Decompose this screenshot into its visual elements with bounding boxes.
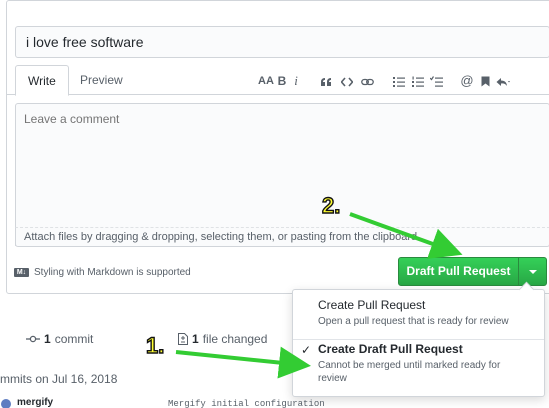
format-toolbar: AA B i @ — [257, 71, 513, 91]
comment-textarea[interactable] — [24, 112, 541, 222]
commit-author[interactable]: mergify — [17, 397, 53, 408]
bulleted-list-icon[interactable] — [389, 72, 409, 90]
avatar[interactable] — [1, 399, 11, 408]
markdown-note[interactable]: M↓ Styling with Markdown is supported — [14, 267, 191, 278]
menu-item-description: Cannot be merged until marked ready for … — [318, 360, 501, 384]
code-icon[interactable] — [337, 72, 357, 90]
files-changed-count[interactable]: 1 file changed — [178, 332, 267, 346]
header-text-icon[interactable]: AA — [257, 72, 275, 90]
menu-item-create-pull-request[interactable]: Create Pull Request Open a pull request … — [293, 298, 544, 340]
markdown-note-text[interactable]: Styling with Markdown is supported — [34, 267, 191, 278]
annotation-step-2: 2. — [321, 192, 341, 218]
files-number: 1 — [192, 332, 199, 346]
mention-icon[interactable]: @ — [457, 72, 477, 90]
task-list-icon[interactable] — [427, 72, 445, 90]
italic-icon[interactable]: i — [289, 72, 303, 90]
commits-number: 1 — [44, 332, 51, 346]
annotation-arrow-step1 — [175, 346, 311, 379]
comment-box[interactable] — [15, 103, 549, 246]
annotation-step-1: 1. — [145, 332, 165, 358]
file-diff-icon — [178, 333, 188, 345]
numbered-list-icon[interactable] — [409, 72, 427, 90]
commits-count[interactable]: 1 commit — [26, 332, 93, 346]
submit-options-menu: Create Pull Request Open a pull request … — [292, 289, 545, 397]
checkmark-icon: ✓ — [301, 343, 312, 357]
bold-icon[interactable]: B — [275, 72, 289, 90]
reply-icon[interactable] — [493, 72, 513, 90]
tab-write[interactable]: Write — [15, 65, 69, 96]
commits-date-heading: mmits on Jul 16, 2018 — [0, 372, 118, 386]
bookmark-icon[interactable] — [477, 72, 493, 90]
pull-request-form: Write Preview AA B i @ — [6, 0, 549, 294]
attach-files-bar[interactable]: Attach files by dragging & dropping, sel… — [15, 227, 549, 247]
menu-item-title: Create Draft Pull Request — [318, 342, 463, 356]
submit-options-dropdown-button[interactable] — [518, 257, 547, 286]
commit-icon — [26, 335, 40, 343]
markdown-icon: M↓ — [14, 268, 29, 277]
draft-pull-request-button[interactable]: Draft Pull Request — [398, 257, 519, 286]
commit-row: mergify Mergify initial configuration — [0, 396, 549, 408]
quote-icon[interactable] — [315, 72, 337, 90]
commits-label: commit — [54, 332, 94, 346]
menu-item-create-draft-pull-request[interactable]: ✓ Create Draft Pull Request Cannot be me… — [293, 342, 544, 385]
link-icon[interactable] — [357, 72, 377, 90]
menu-item-title: Create Pull Request — [318, 298, 426, 312]
commit-message[interactable]: Mergify initial configuration — [168, 399, 325, 408]
files-label: file changed — [202, 332, 268, 346]
menu-item-description: Open a pull request that is ready for re… — [318, 316, 509, 327]
tab-preview[interactable]: Preview — [68, 65, 135, 96]
pr-title-input[interactable] — [15, 26, 549, 58]
